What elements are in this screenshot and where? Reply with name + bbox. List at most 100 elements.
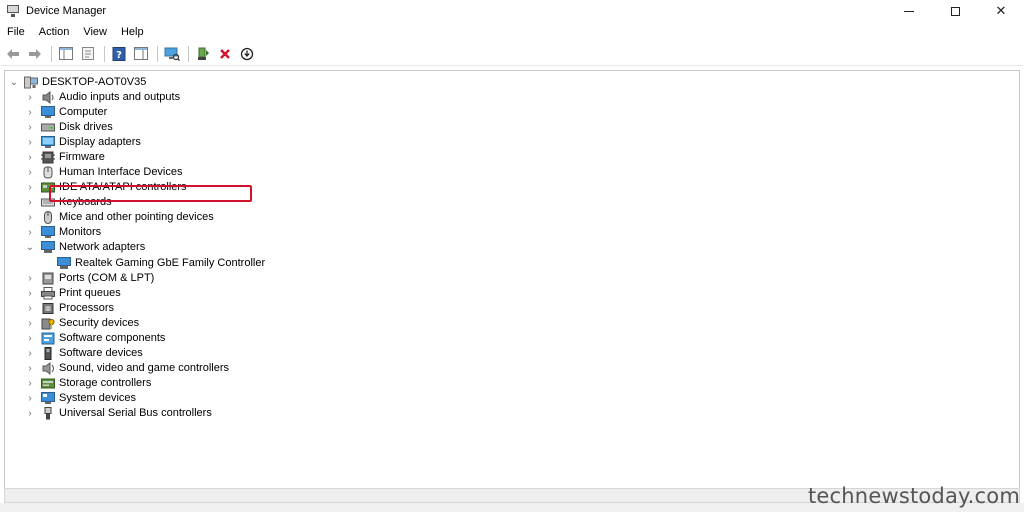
- chevron-right-icon[interactable]: ›: [25, 152, 35, 163]
- menu-help[interactable]: Help: [114, 22, 151, 42]
- back-arrow-icon: [7, 48, 19, 59]
- tree-category-label: Monitors: [59, 226, 102, 238]
- tree-category-storage-controllers[interactable]: › Storage controllers: [25, 376, 151, 391]
- security-device-icon: [41, 317, 55, 330]
- minimize-icon: [904, 10, 914, 12]
- chevron-right-icon[interactable]: ›: [25, 303, 35, 314]
- chevron-right-icon[interactable]: ›: [25, 212, 35, 223]
- mouse-icon: [41, 211, 55, 224]
- disable-device-button[interactable]: [237, 44, 257, 64]
- tree-category-label: Computer: [59, 106, 108, 118]
- chevron-right-icon[interactable]: ›: [25, 348, 35, 359]
- tree-category-sound-controllers[interactable]: › Sound, video and game controllers: [25, 361, 229, 376]
- uninstall-device-icon: [220, 48, 230, 59]
- system-device-icon: [41, 392, 55, 405]
- disable-device-icon: [240, 47, 254, 60]
- uninstall-device-button[interactable]: [215, 44, 235, 64]
- tree-category-ports[interactable]: › Ports (COM & LPT): [25, 271, 154, 286]
- chevron-right-icon[interactable]: ›: [25, 122, 35, 133]
- tree-category-security-devices[interactable]: › Security devices: [25, 316, 139, 331]
- menu-action[interactable]: Action: [32, 22, 77, 42]
- chevron-right-icon[interactable]: ›: [25, 378, 35, 389]
- tree-category-label: Storage controllers: [59, 377, 152, 389]
- display-adapter-icon: [41, 136, 55, 149]
- back-button[interactable]: [3, 44, 23, 64]
- properties-button[interactable]: [78, 44, 98, 64]
- tree-category-monitors[interactable]: › Monitors: [25, 225, 101, 240]
- device-tree-pane: ⌄ DESKTOP-AOT0V35 › Audio inputs and out…: [4, 70, 1020, 488]
- properties-icon: [82, 47, 94, 60]
- tree-category-usb-controllers[interactable]: › Universal Serial Bus controllers: [25, 406, 212, 421]
- chevron-right-icon[interactable]: ›: [25, 318, 35, 329]
- minimize-button[interactable]: [886, 0, 932, 22]
- tree-category-hid[interactable]: › Human Interface Devices: [25, 165, 183, 180]
- toolbar-separator: [157, 45, 158, 62]
- tree-category-label: Network adapters: [59, 241, 146, 253]
- help-button[interactable]: ?: [109, 44, 129, 64]
- tree-device-realtek[interactable]: Realtek Gaming GbE Family Controller: [51, 256, 265, 271]
- forward-button[interactable]: [25, 44, 45, 64]
- network-adapter-icon: [57, 257, 71, 270]
- chevron-right-icon[interactable]: ›: [25, 92, 35, 103]
- tree-category-software-devices[interactable]: › Software devices: [25, 346, 143, 361]
- tree-category-mice[interactable]: › Mice and other pointing devices: [25, 210, 214, 225]
- tree-root[interactable]: ⌄ DESKTOP-AOT0V35: [9, 75, 146, 90]
- window-controls: ✕: [886, 0, 1024, 22]
- software-device-icon: [41, 347, 55, 360]
- menu-file[interactable]: File: [0, 22, 32, 42]
- show-action-pane-icon: [134, 47, 148, 60]
- tree-category-display-adapters[interactable]: › Display adapters: [25, 135, 141, 150]
- tree-category-label: Disk drives: [59, 121, 113, 133]
- chevron-right-icon[interactable]: ›: [25, 288, 35, 299]
- tree-category-print-queues[interactable]: › Print queues: [25, 286, 121, 301]
- chevron-right-icon[interactable]: ›: [25, 197, 35, 208]
- highlight-box: [49, 185, 252, 202]
- usb-icon: [41, 407, 55, 420]
- processor-icon: [41, 302, 55, 315]
- tree-category-computer[interactable]: › Computer: [25, 105, 107, 120]
- chevron-right-icon[interactable]: ›: [25, 333, 35, 344]
- forward-arrow-icon: [29, 48, 41, 59]
- tree-category-disk-drives[interactable]: › Disk drives: [25, 120, 113, 135]
- tree-category-network-adapters[interactable]: ⌄ Network adapters: [25, 240, 145, 255]
- chevron-right-icon[interactable]: ›: [25, 167, 35, 178]
- chevron-right-icon[interactable]: ›: [25, 227, 35, 238]
- tree-category-label: Mice and other pointing devices: [59, 211, 214, 223]
- monitor-icon: [41, 226, 55, 239]
- chevron-down-icon[interactable]: ⌄: [25, 242, 35, 253]
- tree-category-software-components[interactable]: › Software components: [25, 331, 165, 346]
- chevron-right-icon[interactable]: ›: [25, 107, 35, 118]
- device-manager-app-icon: [6, 4, 20, 18]
- tree-category-firmware[interactable]: › Firmware: [25, 150, 105, 165]
- tree-root-label: DESKTOP-AOT0V35: [42, 76, 147, 88]
- chevron-right-icon[interactable]: ›: [25, 363, 35, 374]
- show-action-pane-button[interactable]: [131, 44, 151, 64]
- tree-category-label: Ports (COM & LPT): [59, 272, 155, 284]
- tree-category-system-devices[interactable]: › System devices: [25, 391, 136, 406]
- maximize-button[interactable]: [932, 0, 978, 22]
- chevron-right-icon[interactable]: ›: [25, 182, 35, 193]
- chevron-right-icon[interactable]: ›: [25, 393, 35, 404]
- tree-category-label: Security devices: [59, 317, 140, 329]
- tree-category-label: Print queues: [59, 287, 121, 299]
- computer-root-icon: [24, 76, 38, 89]
- scan-hardware-icon: [164, 47, 180, 61]
- port-icon: [41, 272, 55, 285]
- menu-view[interactable]: View: [76, 22, 114, 42]
- close-button[interactable]: ✕: [978, 0, 1024, 22]
- toolbar-separator: [188, 45, 189, 62]
- tree-category-label: Firmware: [59, 151, 105, 163]
- toolbar-separator: [104, 45, 105, 62]
- chevron-right-icon[interactable]: ›: [25, 408, 35, 419]
- chevron-right-icon[interactable]: ›: [25, 273, 35, 284]
- chevron-right-icon[interactable]: ›: [25, 137, 35, 148]
- show-hide-console-tree-button[interactable]: [56, 44, 76, 64]
- scan-hardware-button[interactable]: [162, 44, 182, 64]
- update-driver-icon: [198, 47, 209, 60]
- tree-category-processors[interactable]: › Processors: [25, 301, 114, 316]
- update-driver-button[interactable]: [193, 44, 213, 64]
- chevron-down-icon[interactable]: ⌄: [9, 77, 19, 88]
- tree-category-label: Processors: [59, 302, 115, 314]
- tree-category-audio[interactable]: › Audio inputs and outputs: [25, 90, 180, 105]
- toolbar-separator: [51, 45, 52, 62]
